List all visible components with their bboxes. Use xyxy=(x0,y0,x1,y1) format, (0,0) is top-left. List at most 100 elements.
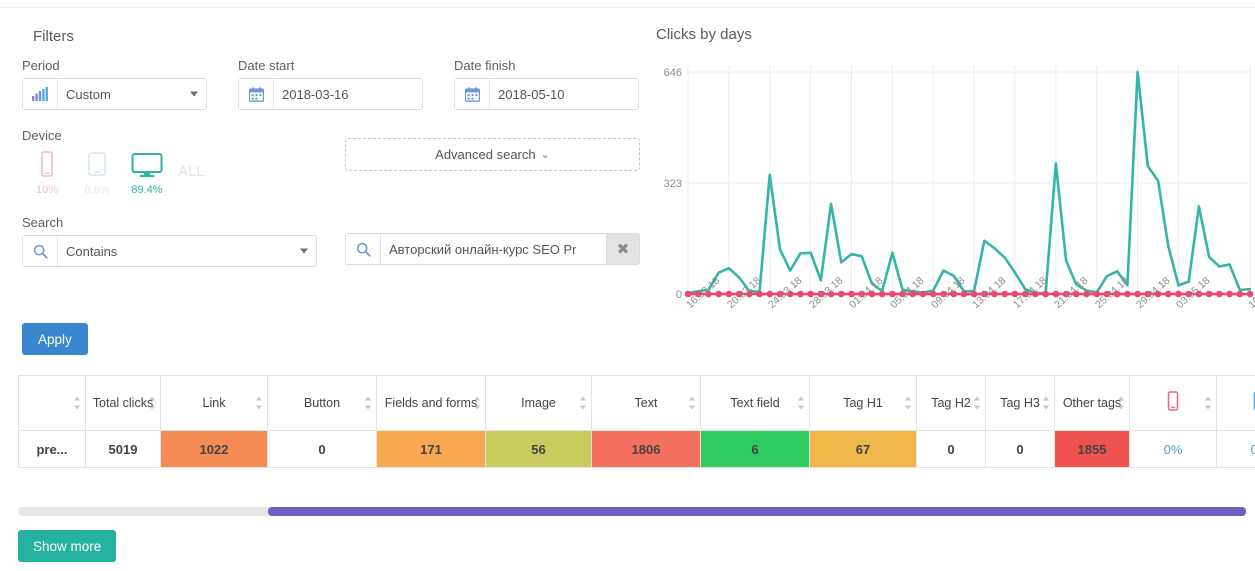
mobile-icon xyxy=(38,151,56,182)
period-field-group: Period Custom xyxy=(22,58,207,110)
close-icon[interactable]: ✖ xyxy=(606,234,639,264)
table-header-row: Total clicks Link Button Fields and forms Im… xyxy=(18,375,1255,431)
device-label: Device xyxy=(22,128,62,143)
calendar-icon[interactable] xyxy=(239,79,274,109)
mobile-icon xyxy=(1166,391,1180,414)
table-cell-text: 1806 xyxy=(591,430,701,468)
table-header-cell[interactable]: Tag H1 xyxy=(809,375,917,431)
chevron-down-icon xyxy=(190,91,198,97)
device-filter-desktop[interactable]: 89.4% xyxy=(122,151,172,196)
search-icon xyxy=(23,236,58,266)
clicks-chart-panel: Clicks by days 0 323 646 16.03.18 20.03.18 2… xyxy=(650,8,1255,368)
sort-icon[interactable] xyxy=(973,396,981,410)
table-cell-h3: 0 xyxy=(985,430,1055,468)
sort-icon[interactable] xyxy=(1042,396,1050,410)
svg-text:646: 646 xyxy=(664,67,682,79)
table-header-cell[interactable] xyxy=(1129,375,1217,431)
table-header-cell[interactable]: Link xyxy=(160,375,268,431)
tablet-icon xyxy=(1252,391,1255,414)
table-header-cell[interactable]: Button xyxy=(267,375,377,431)
chevron-down-icon xyxy=(300,248,308,254)
sort-icon[interactable] xyxy=(1117,396,1125,410)
table-header-label: Text field xyxy=(730,395,780,410)
table-row[interactable]: pre...5019102201715618066670018550%0%100… xyxy=(18,430,1255,468)
calendar-icon[interactable] xyxy=(455,79,490,109)
clicks-data-table: Total clicks Link Button Fields and forms Im… xyxy=(18,375,1255,468)
svg-text:323: 323 xyxy=(664,178,682,190)
table-cell-total: 5019 xyxy=(85,430,161,468)
table-cell-other: 1855 xyxy=(1054,430,1130,468)
table-cell-textfield: 6 xyxy=(700,430,810,468)
search-mode-select[interactable]: Contains xyxy=(22,235,317,267)
sort-icon[interactable] xyxy=(797,396,805,410)
apply-button[interactable]: Apply xyxy=(22,323,88,355)
table-header-label: Fields and forms xyxy=(384,395,478,410)
table-header-cell[interactable]: Text xyxy=(591,375,701,431)
device-filter-tablet[interactable]: 0.6% xyxy=(72,151,122,196)
period-select[interactable]: Custom xyxy=(22,78,207,110)
table-header-cell[interactable] xyxy=(18,375,86,431)
show-more-button[interactable]: Show more xyxy=(18,530,117,562)
table-header-label: Tag H2 xyxy=(931,395,971,410)
sort-icon[interactable] xyxy=(364,396,372,410)
table-header-cell[interactable]: Total clicks xyxy=(85,375,161,431)
device-desktop-pct: 89.4% xyxy=(131,184,163,196)
tablet-icon xyxy=(1253,391,1255,411)
chart-title: Clicks by days xyxy=(656,26,752,43)
table-cell-button: 0 xyxy=(267,430,377,468)
chevron-down-icon: ⌄ xyxy=(540,149,550,161)
table-header-label: Tag H1 xyxy=(843,395,883,410)
table-header-label: Tag H3 xyxy=(1000,395,1040,410)
horizontal-scrollbar-track[interactable] xyxy=(18,507,1246,516)
table-header-label: Text xyxy=(634,395,658,410)
table-header-label: Other tags xyxy=(1062,395,1122,410)
device-tablet-pct: 0.6% xyxy=(84,184,110,196)
table-header-cell[interactable]: Text field xyxy=(700,375,810,431)
sort-icon[interactable] xyxy=(579,396,587,410)
date-start-input[interactable]: 2018-03-16 xyxy=(274,79,422,109)
clicks-line-chart: 0 323 646 xyxy=(664,66,1254,301)
device-filter-mobile[interactable]: 10% xyxy=(22,151,72,196)
search-query-input[interactable]: Авторский онлайн-курс SEO Pr xyxy=(381,234,606,264)
period-value[interactable]: Custom xyxy=(58,79,206,109)
search-label: Search xyxy=(22,215,64,230)
table-header-cell[interactable] xyxy=(1216,375,1255,431)
date-start-field-group: Date start 2018-03-16 xyxy=(238,58,423,110)
sort-icon[interactable] xyxy=(148,396,156,410)
advanced-search-label: Advanced search xyxy=(435,147,536,162)
table-body: pre...5019102201715618066670018550%0%100… xyxy=(18,430,1255,468)
horizontal-scrollbar-thumb[interactable] xyxy=(268,507,1246,516)
tablet-icon xyxy=(85,152,109,182)
device-filter-all[interactable]: ALL xyxy=(172,163,205,196)
table-cell-image: 56 xyxy=(485,430,592,468)
advanced-search-toggle[interactable]: Advanced search ⌄ xyxy=(345,138,640,171)
date-start-input-group[interactable]: 2018-03-16 xyxy=(238,78,423,110)
device-field-group: Device 10% 0.6% 89.4% ALL xyxy=(22,128,205,196)
table-header-cell[interactable]: Fields and forms xyxy=(376,375,486,431)
sort-icon[interactable] xyxy=(904,396,912,410)
date-finish-input[interactable]: 2018-05-10 xyxy=(490,79,638,109)
date-finish-input-group[interactable]: 2018-05-10 xyxy=(454,78,639,110)
table-header-cell[interactable]: Other tags xyxy=(1054,375,1130,431)
top-divider xyxy=(0,0,1255,8)
sort-icon[interactable] xyxy=(688,396,696,410)
sort-icon[interactable] xyxy=(1204,396,1212,410)
table-header-label: Image xyxy=(521,395,556,410)
search-mode-text: Contains xyxy=(66,243,118,259)
table-header-cell[interactable]: Image xyxy=(485,375,592,431)
date-finish-field-group: Date finish 2018-05-10 xyxy=(454,58,639,110)
sort-icon[interactable] xyxy=(255,396,263,410)
svg-text:0: 0 xyxy=(676,289,682,301)
search-query-input-group[interactable]: Авторский онлайн-курс SEO Pr ✖ xyxy=(345,233,640,265)
table-cell-tablet: 0% xyxy=(1216,430,1255,468)
date-finish-label: Date finish xyxy=(454,58,516,73)
table-header-label: Button xyxy=(303,395,341,410)
sort-icon[interactable] xyxy=(73,396,81,410)
mobile-icon xyxy=(1167,391,1179,412)
table-cell-name: pre... xyxy=(18,430,86,468)
sort-icon[interactable] xyxy=(473,396,481,410)
table-header-cell[interactable]: Tag H2 xyxy=(916,375,986,431)
table-header-cell[interactable]: Tag H3 xyxy=(985,375,1055,431)
search-mode-value[interactable]: Contains xyxy=(58,236,316,266)
search-query-group: Авторский онлайн-курс SEO Pr ✖ xyxy=(345,233,640,265)
